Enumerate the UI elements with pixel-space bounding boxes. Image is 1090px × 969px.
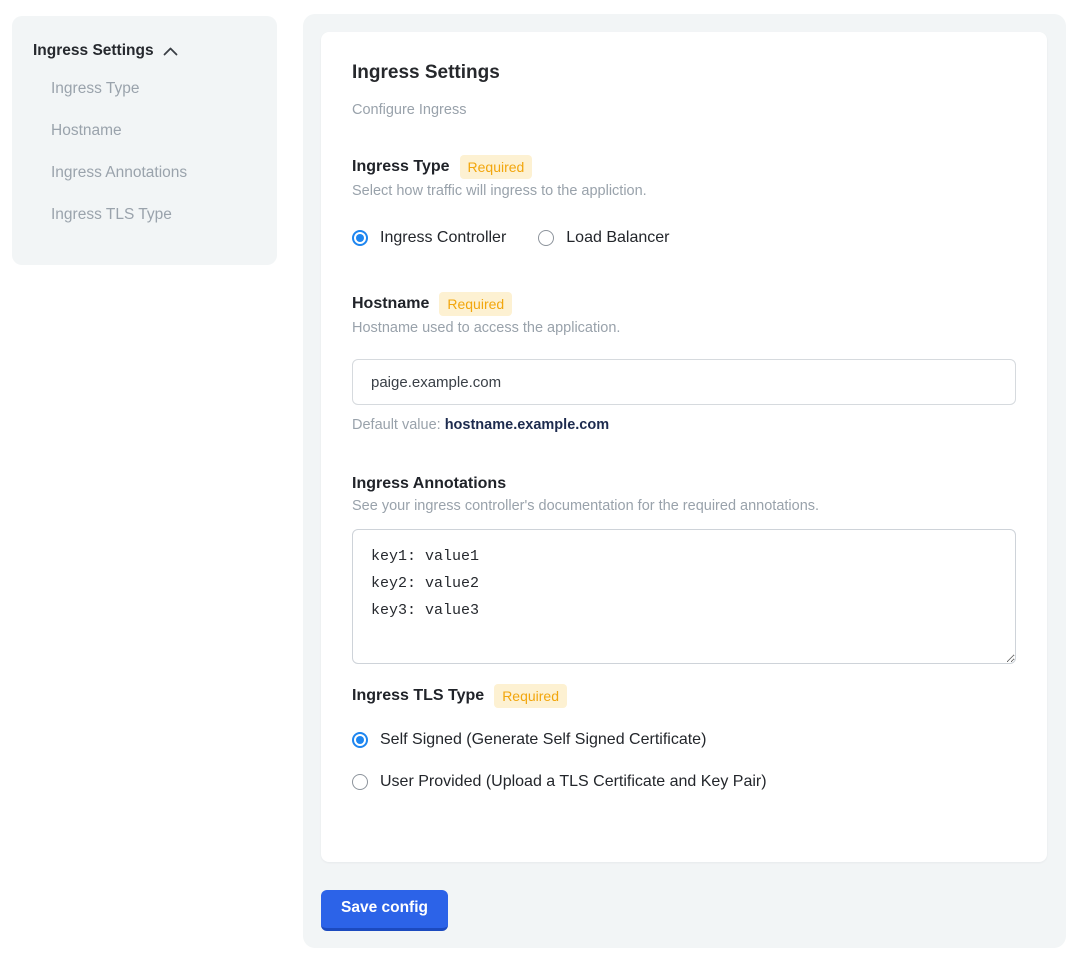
hostname-label: Hostname (352, 295, 429, 313)
hostname-help: Hostname used to access the application. (352, 320, 1016, 337)
ingress-type-label: Ingress Type (352, 158, 450, 176)
required-badge: Required (439, 292, 512, 316)
ingress-annotations-textarea[interactable]: key1: value1 key2: value2 key3: value3 (352, 529, 1016, 664)
default-value-text: hostname.example.com (445, 417, 609, 433)
required-badge: Required (494, 684, 567, 708)
radio-unchecked-icon (538, 230, 554, 246)
page-subtitle: Configure Ingress (352, 102, 1016, 119)
radio-option-label: Load Balancer (566, 229, 669, 247)
sidebar-item-ingress-annotations[interactable]: Ingress Annotations (33, 152, 257, 194)
radio-unchecked-icon (352, 774, 368, 790)
sidebar-item-list: Ingress Type Hostname Ingress Annotation… (33, 68, 257, 236)
ingress-settings-card: Ingress Settings Configure Ingress Ingre… (321, 32, 1047, 862)
ingress-type-help: Select how traffic will ingress to the a… (352, 183, 1016, 200)
section-ingress-type: Ingress Type Required Select how traffic… (352, 155, 1016, 248)
page-title: Ingress Settings (352, 62, 1016, 84)
ingress-tls-type-label: Ingress TLS Type (352, 687, 484, 705)
settings-main-panel: Ingress Settings Configure Ingress Ingre… (303, 14, 1066, 948)
radio-option-label: Ingress Controller (380, 229, 506, 247)
ingress-annotations-help: See your ingress controller's documentat… (352, 498, 1016, 515)
radio-checked-icon (352, 230, 368, 246)
sidebar-group-label: Ingress Settings (33, 42, 154, 60)
required-badge: Required (460, 155, 533, 179)
radio-option-user-provided[interactable]: User Provided (Upload a TLS Certificate … (352, 772, 1016, 792)
default-value-label: Default value: (352, 417, 441, 433)
settings-sidebar: Ingress Settings Ingress Type Hostname I… (12, 16, 277, 265)
sidebar-group-ingress-settings[interactable]: Ingress Settings (33, 38, 257, 64)
radio-option-label: Self Signed (Generate Self Signed Certif… (380, 731, 706, 749)
ingress-tls-radio-group: Self Signed (Generate Self Signed Certif… (352, 730, 1016, 792)
chevron-up-icon (163, 47, 178, 56)
hostname-input[interactable] (352, 359, 1016, 405)
section-hostname: Hostname Required Hostname used to acces… (352, 292, 1016, 434)
radio-option-label: User Provided (Upload a TLS Certificate … (380, 773, 767, 791)
sidebar-item-ingress-tls-type[interactable]: Ingress TLS Type (33, 194, 257, 236)
section-ingress-tls-type: Ingress TLS Type Required Self Signed (G… (352, 684, 1016, 792)
sidebar-item-ingress-type[interactable]: Ingress Type (33, 68, 257, 110)
ingress-type-radio-group: Ingress Controller Load Balancer (352, 228, 1016, 248)
radio-option-self-signed[interactable]: Self Signed (Generate Self Signed Certif… (352, 730, 1016, 750)
hostname-default-note: Default value: hostname.example.com (352, 417, 1016, 434)
sidebar-item-hostname[interactable]: Hostname (33, 110, 257, 152)
radio-option-ingress-controller[interactable]: Ingress Controller (352, 228, 506, 248)
section-ingress-annotations: Ingress Annotations See your ingress con… (352, 474, 1016, 664)
radio-checked-icon (352, 732, 368, 748)
ingress-annotations-label: Ingress Annotations (352, 475, 506, 493)
save-config-button[interactable]: Save config (321, 890, 448, 931)
radio-option-load-balancer[interactable]: Load Balancer (538, 228, 669, 248)
